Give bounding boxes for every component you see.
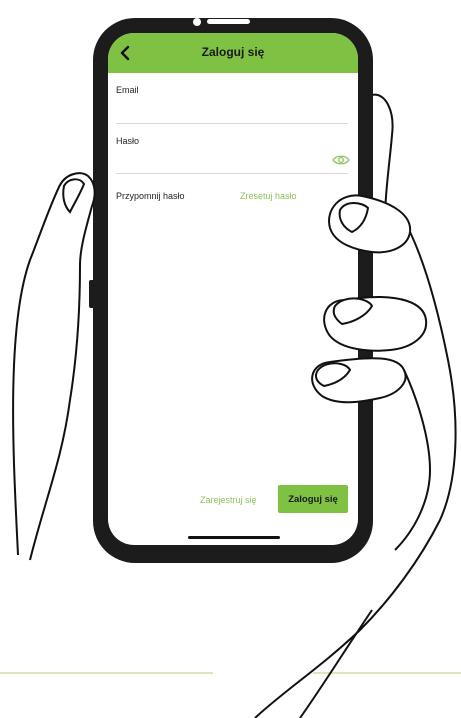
hand-back-right xyxy=(371,93,394,231)
home-indicator xyxy=(188,536,280,539)
left-hand xyxy=(12,172,96,561)
login-button[interactable]: Zaloguj się xyxy=(278,485,348,513)
reset-password-link[interactable]: Zresetuj hasło xyxy=(240,191,297,201)
left-thumb-nail xyxy=(62,178,86,214)
eye-icon[interactable] xyxy=(332,153,350,167)
illustration-stage: Zaloguj się Email Hasło Przypomnij hasło… xyxy=(0,0,461,718)
password-label: Hasło xyxy=(116,136,140,146)
speaker-slot xyxy=(207,19,250,24)
phone-screen: Zaloguj się Email Hasło Przypomnij hasło… xyxy=(108,33,358,545)
register-link[interactable]: Zarejestruj się xyxy=(200,495,257,505)
email-field[interactable] xyxy=(116,105,348,124)
app-bar: Zaloguj się xyxy=(108,33,358,73)
camera-dot xyxy=(193,18,201,26)
password-field[interactable] xyxy=(116,155,348,174)
page-title: Zaloguj się xyxy=(201,45,265,59)
email-label: Email xyxy=(116,85,139,95)
remember-password-label: Przypomnij hasło xyxy=(116,191,185,201)
phone-side-button xyxy=(89,280,95,308)
right-hand-inner xyxy=(394,369,432,551)
right-wrist-line xyxy=(299,609,373,718)
